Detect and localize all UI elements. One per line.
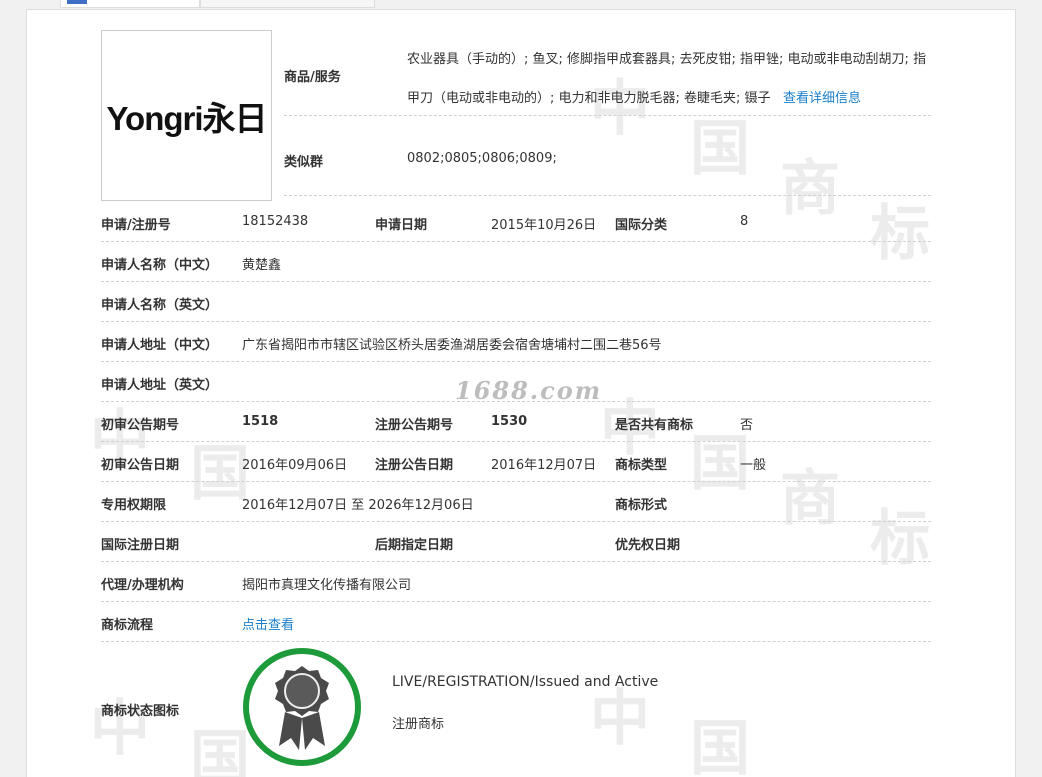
prelim-issue-label: 初审公告期号 <box>101 418 180 433</box>
divider <box>101 241 931 242</box>
address-cn-value: 广东省揭阳市市辖区试验区桥头居委渔湖居委会宿舍塘埔村二围二巷56号 <box>242 338 662 353</box>
mark-type-value: 一般 <box>740 458 767 473</box>
divider <box>101 641 931 642</box>
divider <box>284 115 931 116</box>
tab-active[interactable] <box>60 0 200 8</box>
goods-label: 商品/服务 <box>284 70 341 85</box>
divider <box>284 195 931 196</box>
trademark-logo-text: Yongri永日 <box>106 99 267 137</box>
similar-group-label: 类似群 <box>284 155 324 170</box>
registered-badge-icon <box>243 648 361 766</box>
address-cn-label: 申请人地址（中文） <box>101 338 219 353</box>
applicant-cn-value: 黄楚鑫 <box>242 258 282 273</box>
similar-group-value: 0802;0805;0806;0809; <box>407 151 557 166</box>
applicant-cn-label: 申请人名称（中文） <box>101 258 219 273</box>
priority-date-label: 优先权日期 <box>615 538 681 553</box>
reg-date-value: 2016年12月07日 <box>491 458 597 473</box>
view-details-link[interactable]: 查看详细信息 <box>783 91 861 106</box>
divider <box>101 361 931 362</box>
exclusive-period-label: 专用权期限 <box>101 498 167 513</box>
trademark-image: Yongri永日 <box>101 30 272 201</box>
divider <box>101 401 931 402</box>
divider <box>101 321 931 322</box>
prelim-issue-value: 1518 <box>242 414 279 429</box>
address-en-label: 申请人地址（英文） <box>101 378 219 393</box>
divider <box>101 441 931 442</box>
tab-inactive[interactable] <box>200 0 375 8</box>
intl-reg-date-label: 国际注册日期 <box>101 538 180 553</box>
apply-date-value: 2015年10月26日 <box>491 218 597 233</box>
agent-value: 揭阳市真理文化传播有限公司 <box>242 578 412 593</box>
divider <box>101 481 931 482</box>
status-english: LIVE/REGISTRATION/Issued and Active <box>392 674 659 690</box>
divider <box>101 521 931 522</box>
shared-label: 是否共有商标 <box>615 418 694 433</box>
process-view-link[interactable]: 点击查看 <box>242 614 294 633</box>
exclusive-period-value: 2016年12月07日 至 2026年12月06日 <box>242 498 474 513</box>
intl-class-value: 8 <box>740 214 749 229</box>
medal-icon <box>275 666 329 750</box>
divider <box>101 281 931 282</box>
agent-label: 代理/办理机构 <box>101 578 184 593</box>
process-label: 商标流程 <box>101 618 154 633</box>
applicant-en-label: 申请人名称（英文） <box>101 298 219 313</box>
mark-type-label: 商标类型 <box>615 458 668 473</box>
reg-no-label: 申请/注册号 <box>101 218 171 233</box>
mark-form-label: 商标形式 <box>615 498 668 513</box>
reg-date-label: 注册公告日期 <box>375 458 454 473</box>
status-chinese: 注册商标 <box>392 717 445 732</box>
prelim-date-label: 初审公告日期 <box>101 458 180 473</box>
divider <box>101 601 931 602</box>
apply-date-label: 申请日期 <box>375 218 428 233</box>
reg-issue-value: 1530 <box>491 414 528 429</box>
prelim-date-value: 2016年09月06日 <box>242 458 348 473</box>
intl-class-label: 国际分类 <box>615 218 668 233</box>
later-date-label: 后期指定日期 <box>375 538 454 553</box>
tab-accent <box>67 0 87 4</box>
shared-value: 否 <box>740 418 754 433</box>
reg-issue-label: 注册公告期号 <box>375 418 454 433</box>
reg-no-value: 18152438 <box>242 214 309 229</box>
goods-list: 农业器具（手动的）; 鱼叉; 修脚指甲成套器具; 去死皮钳; 指甲锉; 电动或非… <box>407 40 937 118</box>
divider <box>101 561 931 562</box>
status-icon-label: 商标状态图标 <box>101 704 180 719</box>
